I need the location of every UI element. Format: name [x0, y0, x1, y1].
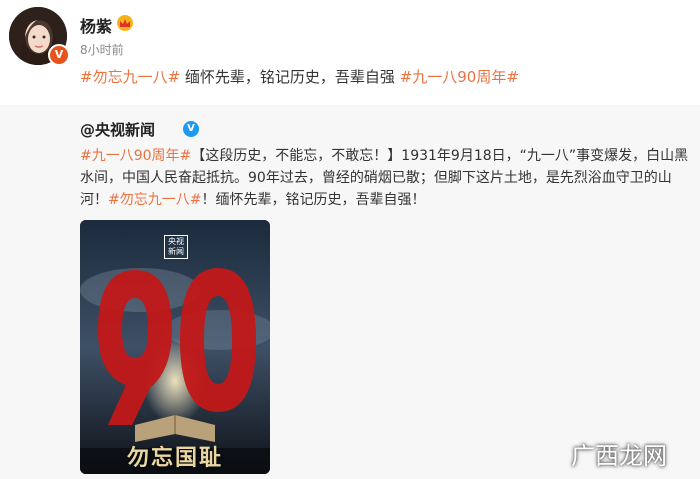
- crown-glyph-icon: [120, 19, 130, 27]
- repost-author-name[interactable]: @央视新闻: [80, 119, 155, 140]
- logo-line-1: 央视: [168, 237, 184, 246]
- logo-line-2: 新闻: [168, 247, 184, 256]
- post-hashtag-918-90th[interactable]: #九一八90周年#: [400, 68, 519, 86]
- repost-card[interactable]: @央视新闻 V #九一八90周年#【这段历史，不能忘，不敢忘！】1931年9月1…: [0, 105, 700, 479]
- post-hashtag-forget-918[interactable]: #勿忘九一八#: [80, 68, 180, 86]
- verified-v-icon: V: [183, 121, 199, 137]
- verified-badge-icon: V: [48, 44, 70, 66]
- post-text: #勿忘九一八# 缅怀先辈，铭记历史，吾辈自强 #九一八90周年#: [80, 66, 519, 87]
- site-watermark: 广西龙网: [571, 442, 667, 470]
- repost-text: #九一八90周年#【这段历史，不能忘，不敢忘！】1931年9月18日，“九一八”…: [80, 145, 692, 211]
- post-author-name[interactable]: 杨紫: [80, 13, 112, 37]
- repost-body-text-end: ！缅怀先辈，铭记历史，吾辈自强！: [201, 192, 426, 208]
- cctv-news-logo: 央视 新闻: [164, 235, 188, 259]
- repost-hashtag-forget-918[interactable]: #勿忘九一八#: [108, 192, 201, 208]
- poster-image[interactable]: 央视 新闻 勿忘国耻: [80, 220, 270, 474]
- post-timestamp[interactable]: 8小时前: [80, 41, 124, 58]
- poster-slogan: 勿忘国耻: [126, 445, 223, 471]
- post-body-text: 缅怀先辈，铭记历史，吾辈自强: [180, 68, 400, 86]
- repost-hashtag-918-90th[interactable]: #九一八90周年#: [80, 148, 191, 164]
- member-crown-icon[interactable]: [117, 15, 133, 31]
